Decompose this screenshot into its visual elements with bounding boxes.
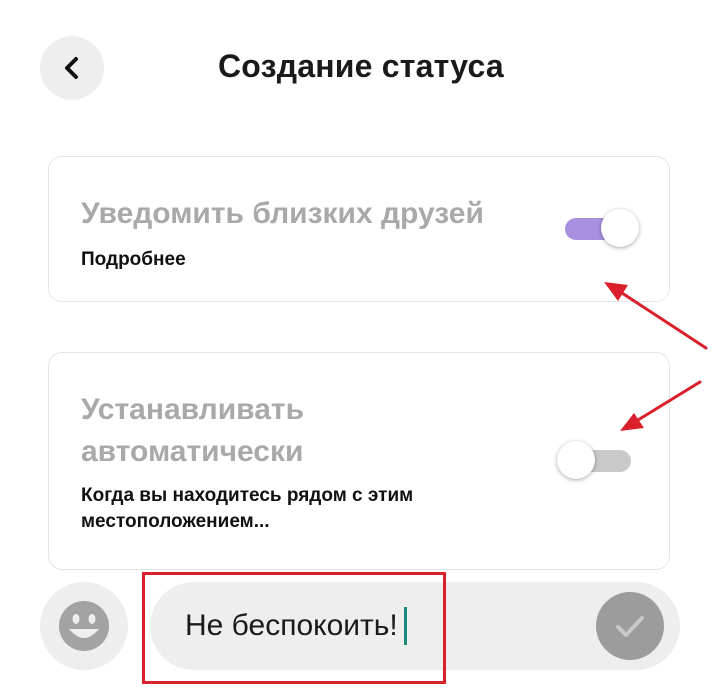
notify-close-friends-card: Уведомить близких друзей Подробнее bbox=[48, 156, 670, 302]
status-text: Не беспокоить! bbox=[185, 609, 398, 642]
back-button[interactable] bbox=[40, 36, 104, 100]
confirm-button[interactable] bbox=[596, 592, 664, 660]
notify-close-friends-label: Уведомить близких друзей bbox=[81, 197, 484, 230]
learn-more-link[interactable]: Подробнее bbox=[81, 247, 186, 273]
toggle-thumb bbox=[601, 209, 639, 247]
smiley-face-icon bbox=[59, 601, 109, 651]
auto-set-card: Устанавливать автоматически Когда вы нах… bbox=[48, 352, 670, 570]
chevron-left-icon bbox=[65, 57, 78, 79]
auto-set-label: Устанавливать автоматически bbox=[81, 393, 305, 468]
status-input-bar: Не беспокоить! bbox=[150, 582, 680, 670]
notify-close-friends-toggle[interactable] bbox=[561, 209, 639, 249]
emoji-button[interactable] bbox=[40, 582, 128, 670]
text-caret bbox=[403, 607, 407, 645]
auto-set-description: Когда вы находитесь рядом с этим местопо… bbox=[81, 485, 414, 532]
status-create-screen: Создание статуса Уведомить близких друзе… bbox=[0, 0, 720, 691]
status-text-input[interactable]: Не беспокоить! bbox=[185, 606, 407, 646]
checkmark-icon bbox=[616, 616, 644, 637]
auto-set-toggle[interactable] bbox=[557, 441, 635, 481]
toggle-thumb bbox=[557, 441, 595, 479]
page-title: Создание статуса bbox=[218, 48, 504, 84]
